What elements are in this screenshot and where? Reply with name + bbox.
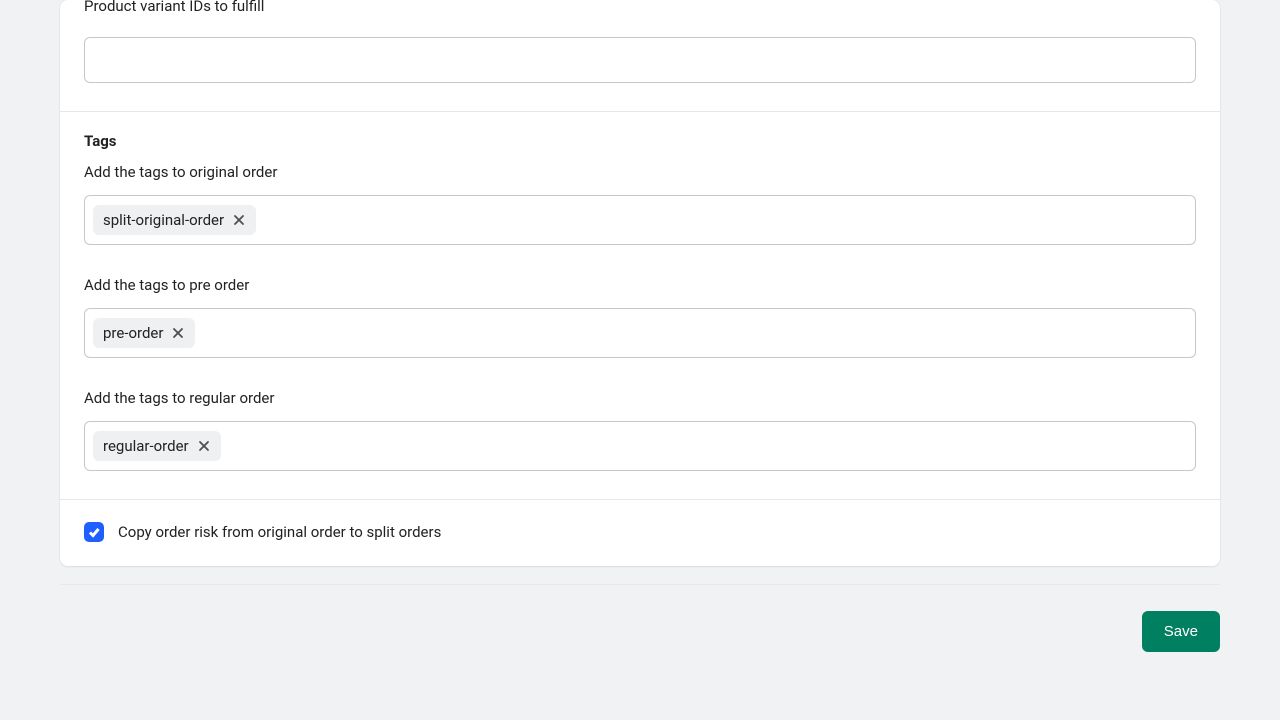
variant-id-label: Product variant IDs to fulfill [84, 0, 1196, 17]
tag-text: split-original-order [103, 211, 224, 229]
remove-tag-icon[interactable] [197, 439, 211, 453]
tags-section: Tags Add the tags to original order spli… [60, 112, 1220, 499]
footer-bar: Save [60, 584, 1220, 652]
tag-chip: pre-order [93, 318, 195, 348]
regular-order-tags-label: Add the tags to regular order [84, 388, 1196, 409]
copy-risk-checkbox[interactable] [84, 522, 104, 542]
tag-chip: regular-order [93, 431, 221, 461]
tag-text: regular-order [103, 437, 189, 455]
preorder-tags-label: Add the tags to pre order [84, 275, 1196, 296]
tag-text: pre-order [103, 324, 163, 342]
copy-risk-label: Copy order risk from original order to s… [118, 523, 441, 541]
regular-order-tags-field: Add the tags to regular order regular-or… [84, 388, 1196, 471]
copy-risk-row: Copy order risk from original order to s… [60, 500, 1220, 566]
variant-id-input[interactable] [84, 37, 1196, 83]
original-order-tags-field: Add the tags to original order split-ori… [84, 162, 1196, 245]
save-button[interactable]: Save [1142, 611, 1220, 652]
tags-heading: Tags [84, 132, 1196, 150]
original-order-tags-input[interactable]: split-original-order [84, 195, 1196, 245]
preorder-tags-field: Add the tags to pre order pre-order [84, 275, 1196, 358]
regular-order-tags-input[interactable]: regular-order [84, 421, 1196, 471]
remove-tag-icon[interactable] [232, 213, 246, 227]
variant-id-section: Product variant IDs to fulfill [60, 0, 1220, 111]
preorder-tags-input[interactable]: pre-order [84, 308, 1196, 358]
settings-card: Product variant IDs to fulfill Tags Add … [60, 0, 1220, 566]
remove-tag-icon[interactable] [171, 326, 185, 340]
tag-chip: split-original-order [93, 205, 256, 235]
original-order-tags-label: Add the tags to original order [84, 162, 1196, 183]
